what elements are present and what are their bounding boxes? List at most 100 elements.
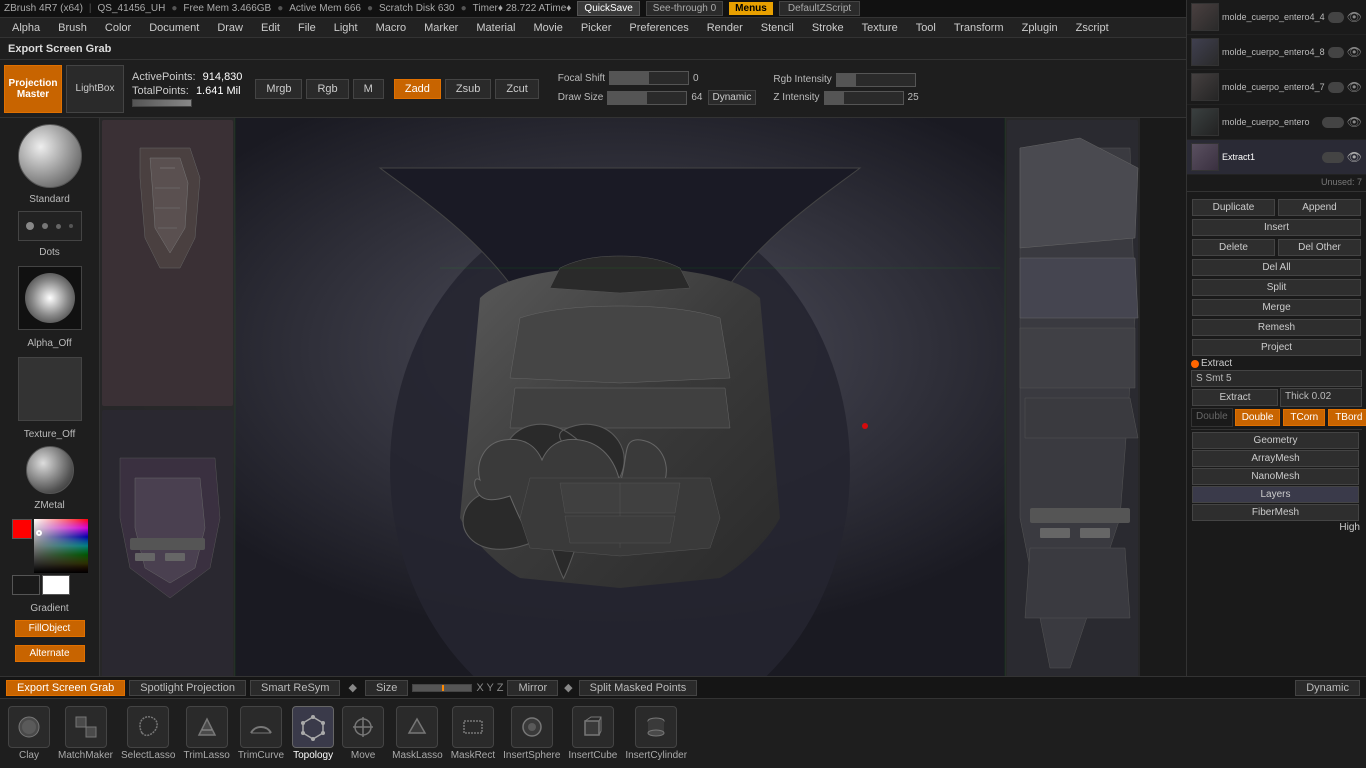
texture-preview[interactable] (18, 357, 82, 421)
array-mesh-button[interactable]: ArrayMesh (1192, 450, 1359, 467)
zcut-button[interactable]: Zcut (495, 79, 538, 99)
tool-clay[interactable]: Clay (8, 706, 50, 761)
double-button[interactable]: Double (1235, 409, 1281, 426)
alternate-button[interactable]: Alternate (15, 645, 85, 662)
z-intensity-slider[interactable] (824, 91, 904, 105)
duplicate-button[interactable]: Duplicate (1192, 199, 1275, 216)
spotlight-projection-button[interactable]: Spotlight Projection (129, 680, 246, 696)
dots-brush-preview[interactable] (18, 211, 82, 241)
quick-save-button[interactable]: QuickSave (577, 1, 639, 16)
tool-insertcylinder[interactable]: InsertCylinder (625, 706, 687, 761)
menu-texture[interactable]: Texture (854, 20, 906, 36)
tool-insertsphere[interactable]: InsertSphere (503, 706, 560, 761)
m-button[interactable]: M (353, 79, 384, 99)
sublayer-eye-3[interactable]: 👁 (1347, 80, 1362, 94)
del-all-button[interactable]: Del All (1192, 259, 1361, 276)
rgb-button[interactable]: Rgb (306, 79, 348, 99)
menu-picker[interactable]: Picker (573, 20, 620, 36)
menu-transform[interactable]: Transform (946, 20, 1012, 36)
smart-resym-button[interactable]: Smart ReSym (250, 680, 340, 696)
menu-draw[interactable]: Draw (209, 20, 251, 36)
menu-file[interactable]: File (290, 20, 324, 36)
dynamic-status-button[interactable]: Dynamic (1295, 680, 1360, 696)
intensity-slider[interactable] (132, 99, 192, 107)
del-other-button[interactable]: Del Other (1278, 239, 1361, 256)
sublayer-eye-extract[interactable]: 👁 (1347, 150, 1362, 164)
rgb-intensity-slider[interactable] (836, 73, 916, 87)
menu-preferences[interactable]: Preferences (621, 20, 696, 36)
dynamic-button[interactable]: Dynamic (708, 90, 757, 105)
split-button[interactable]: Split (1192, 279, 1361, 296)
menus-button[interactable]: Menus (729, 2, 773, 15)
menu-stencil[interactable]: Stencil (753, 20, 802, 36)
mrgb-button[interactable]: Mrgb (255, 79, 302, 99)
tcorn-button[interactable]: TCorn (1283, 409, 1325, 426)
tool-trimlasso[interactable]: TrimLasso (184, 706, 230, 761)
see-through-control[interactable]: See-through 0 (646, 1, 723, 16)
menu-tool[interactable]: Tool (908, 20, 944, 36)
sublayer-toggle-1[interactable] (1328, 12, 1344, 23)
fiber-mesh-button[interactable]: FiberMesh (1192, 504, 1359, 521)
menu-render[interactable]: Render (699, 20, 751, 36)
split-masked-button[interactable]: Split Masked Points (579, 680, 698, 696)
project-button[interactable]: Project (1192, 339, 1361, 356)
menu-color[interactable]: Color (97, 20, 139, 36)
menu-alpha[interactable]: Alpha (4, 20, 48, 36)
sublayer-eye-1[interactable]: 👁 (1347, 10, 1362, 24)
remesh-button[interactable]: Remesh (1192, 319, 1361, 336)
tool-trimcurve[interactable]: TrimCurve (238, 706, 284, 761)
sublayer-eye-4[interactable]: 👁 (1347, 115, 1362, 129)
fill-object-button[interactable]: FillObject (15, 620, 85, 637)
tool-maskrect[interactable]: MaskRect (451, 706, 495, 761)
projection-master-button[interactable]: ProjectionMaster (4, 65, 62, 113)
append-button[interactable]: Append (1278, 199, 1361, 216)
layers-button[interactable]: Layers (1192, 486, 1359, 503)
menu-light[interactable]: Light (326, 20, 366, 36)
tbord-button[interactable]: TBord (1328, 409, 1366, 426)
default-script[interactable]: DefaultZScript (779, 1, 860, 16)
menu-stroke[interactable]: Stroke (804, 20, 852, 36)
mirror-button[interactable]: Mirror (507, 680, 558, 696)
menu-edit[interactable]: Edit (253, 20, 288, 36)
export-screen-grab-button[interactable]: Export Screen Grab (6, 680, 125, 696)
color-red-indicator[interactable] (12, 519, 32, 539)
sublayer-toggle-3[interactable] (1328, 82, 1344, 93)
menu-brush[interactable]: Brush (50, 20, 95, 36)
color-picker[interactable] (34, 519, 88, 573)
sublayer-toggle-4[interactable] (1322, 117, 1344, 128)
tool-masklasso[interactable]: MaskLasso (392, 706, 443, 761)
tool-matchmaker[interactable]: MatchMaker (58, 706, 113, 761)
delete-button[interactable]: Delete (1192, 239, 1275, 256)
nano-mesh-button[interactable]: NanoMesh (1192, 468, 1359, 485)
menu-material[interactable]: Material (468, 20, 523, 36)
merge-button[interactable]: Merge (1192, 299, 1361, 316)
extract-button[interactable]: Extract (1192, 389, 1278, 406)
menu-marker[interactable]: Marker (416, 20, 466, 36)
tool-topology[interactable]: Topology (292, 706, 334, 761)
tool-insertcube[interactable]: InsertCube (568, 706, 617, 761)
zadd-button[interactable]: Zadd (394, 79, 441, 99)
size-button[interactable]: Size (365, 680, 408, 696)
color-swatch-light[interactable] (42, 575, 70, 595)
insert-button[interactable]: Insert (1192, 219, 1361, 236)
zsub-button[interactable]: Zsub (445, 79, 491, 99)
sublayer-toggle-extract[interactable] (1322, 152, 1344, 163)
alpha-preview[interactable] (18, 266, 82, 330)
sublayer-toggle-2[interactable] (1328, 47, 1344, 58)
lightbox-button[interactable]: LightBox (66, 65, 124, 113)
menu-zscript[interactable]: Zscript (1068, 20, 1117, 36)
menu-document[interactable]: Document (141, 20, 207, 36)
sublayer-eye-2[interactable]: 👁 (1347, 45, 1362, 59)
draw-size-slider[interactable] (607, 91, 687, 105)
tool-move[interactable]: Move (342, 706, 384, 761)
menu-movie[interactable]: Movie (525, 20, 570, 36)
focal-shift-slider[interactable] (609, 71, 689, 85)
geometry-button[interactable]: Geometry (1192, 432, 1359, 449)
canvas-area[interactable] (100, 118, 1140, 698)
menu-macro[interactable]: Macro (368, 20, 415, 36)
size-slider[interactable] (412, 684, 472, 692)
color-swatch-dark[interactable] (12, 575, 40, 595)
menu-zplugin[interactable]: Zplugin (1014, 20, 1066, 36)
material-preview[interactable] (26, 446, 74, 494)
tool-selectlasso[interactable]: SelectLasso (121, 706, 175, 761)
